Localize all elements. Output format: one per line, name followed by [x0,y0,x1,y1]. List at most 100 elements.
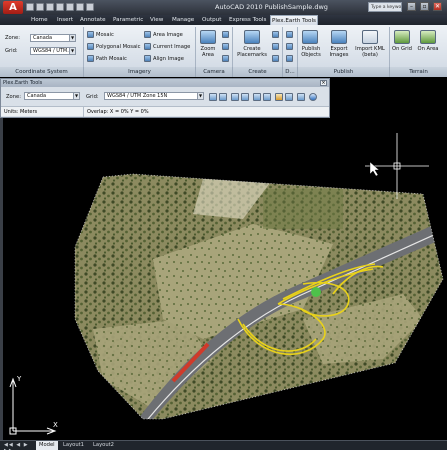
toolbar-grid-dropdown[interactable]: WGS84 / UTM Zone 15N ▼ [104,92,204,100]
tab-manage[interactable]: Manage [171,15,195,25]
overlap-readout: Overlap: X = 0% Y = 0% [83,107,149,117]
camera-tool-icon[interactable] [222,55,229,62]
panel-title-camera: Camera [195,67,232,77]
toolbar-tool-icon[interactable] [209,93,217,101]
search-input[interactable]: Type a keyword [368,2,402,12]
chevron-down-icon: ▼ [197,93,203,99]
polygonal-mosaic-icon [87,43,94,50]
grid-dropdown[interactable]: WGS84 / UTM... ▼ [30,47,76,55]
close-icon[interactable]: × [320,80,327,86]
chevron-down-icon: ▼ [73,93,79,99]
application-menu-button[interactable]: A [3,1,23,14]
toolbar-tool-icon[interactable] [219,93,227,101]
undo-icon[interactable] [56,3,64,11]
import-kml-button[interactable]: Import KML (beta) [352,46,388,58]
drawing-canvas[interactable]: Y X [3,119,447,439]
tool-icon[interactable] [286,43,293,50]
toolbar-tool-icon[interactable] [297,93,305,101]
save-icon[interactable] [46,3,54,11]
export-images-icon[interactable] [331,30,347,44]
toolbar-tool-icon[interactable] [253,93,261,101]
mouse-pointer-icon [369,161,380,177]
tab-annotate[interactable]: Annotate [79,15,107,25]
create-placemarks-button[interactable]: Create Placemarks [234,46,270,58]
grid-label: Grid: [5,48,18,54]
toolbar-tool-icon[interactable] [231,93,239,101]
toolbar-tool-icon[interactable] [263,93,271,101]
open-file-icon[interactable] [36,3,44,11]
create-tool-icon[interactable] [272,31,279,38]
plot-icon[interactable] [76,3,84,11]
toolbar-zone-dropdown[interactable]: Canada ▼ [24,92,80,100]
zoom-area-icon[interactable] [200,30,216,44]
area-image-icon [144,31,151,38]
drawing-area[interactable]: Y X [3,119,447,439]
tab-plex-earth-tools[interactable]: Plex.Earth Tools [270,15,318,25]
panel-title-imagery: Imagery [83,67,195,77]
on-area-button[interactable]: On Area [416,46,440,52]
path-mosaic-icon [87,55,94,62]
mosaic-icon [87,31,94,38]
align-image-icon [144,55,151,62]
tab-layout1[interactable]: Layout1 [60,441,87,450]
tab-model[interactable]: Model [36,441,58,450]
toolbar-grid-label: Grid: [86,94,99,100]
new-file-icon[interactable] [26,3,34,11]
navigation-arrows-icon[interactable]: ◀◀ ◀ ▶ ▶▶ [4,442,29,450]
camera-tool-icon[interactable] [222,43,229,50]
panel-title-publish: Publish [297,67,389,77]
zone-dropdown[interactable]: Canada ▼ [30,34,76,42]
polygonal-mosaic-button[interactable]: Polygonal Mosaic [96,44,140,50]
toolbar-tool-icon[interactable] [275,93,283,101]
window-title: AutoCAD 2010 PublishSample.dwg [215,3,328,11]
ucs-icon [9,377,57,435]
zoom-area-button[interactable]: Zoom Area [197,46,219,58]
panel-title-create: Create [232,67,282,77]
mosaic-button[interactable]: Mosaic [96,32,114,38]
ucs-x-axis-letter: X [53,421,58,429]
toolbar-caption[interactable]: Plex.Earth Tools [1,79,329,87]
tab-output[interactable]: Output [201,15,222,25]
panel-title-terrain: Terrain [389,67,447,77]
tab-layout2[interactable]: Layout2 [90,441,117,450]
tool-icon[interactable] [286,55,293,62]
kml-icon[interactable] [362,30,378,44]
toolbar-tool-icon[interactable] [285,93,293,101]
publish-objects-button[interactable]: Publish Objects [298,46,324,58]
terrain-on-area-icon[interactable] [420,30,436,44]
terrain-on-grid-icon[interactable] [394,30,410,44]
tool-icon[interactable] [286,31,293,38]
export-images-button[interactable]: Export Images [325,46,353,58]
zone-label: Zone: [5,35,20,41]
chevron-down-icon: ▼ [69,35,75,41]
minimize-button[interactable]: – [407,2,416,11]
tab-insert[interactable]: Insert [56,15,74,25]
help-icon[interactable] [309,93,317,101]
current-image-button[interactable]: Current Image [153,44,190,50]
tab-express-tools[interactable]: Express Tools [228,15,267,25]
tab-home[interactable]: Home [30,15,49,25]
tab-view[interactable]: View [149,15,164,25]
redo-icon[interactable] [66,3,74,11]
close-button[interactable]: ✕ [433,2,442,11]
align-image-button[interactable]: Align Image [153,56,184,62]
panel-title-coordinate-system: Coordinate System [0,67,83,77]
toolbar-tool-icon[interactable] [241,93,249,101]
aerial-image [75,174,443,419]
maximize-button[interactable]: ▫ [420,2,429,11]
path-mosaic-button[interactable]: Path Mosaic [96,56,127,62]
publish-objects-icon[interactable] [302,30,318,44]
create-placemarks-icon[interactable] [244,30,260,44]
layout-navigation-arrows[interactable]: ◀◀ ◀ ▶ ▶▶ [4,442,32,450]
panel-title-d: D... [282,67,297,77]
quick-access-dropdown-icon[interactable] [86,3,94,11]
current-image-icon [144,43,151,50]
create-tool-icon[interactable] [272,43,279,50]
units-readout: Units: Meters [4,109,38,115]
area-image-button[interactable]: Area Image [153,32,183,38]
camera-tool-icon[interactable] [222,31,229,38]
tab-parametric[interactable]: Parametric [112,15,144,25]
on-grid-button[interactable]: On Grid [390,46,414,52]
toolbar-zone-label: Zone: [6,94,21,100]
create-tool-icon[interactable] [272,55,279,62]
